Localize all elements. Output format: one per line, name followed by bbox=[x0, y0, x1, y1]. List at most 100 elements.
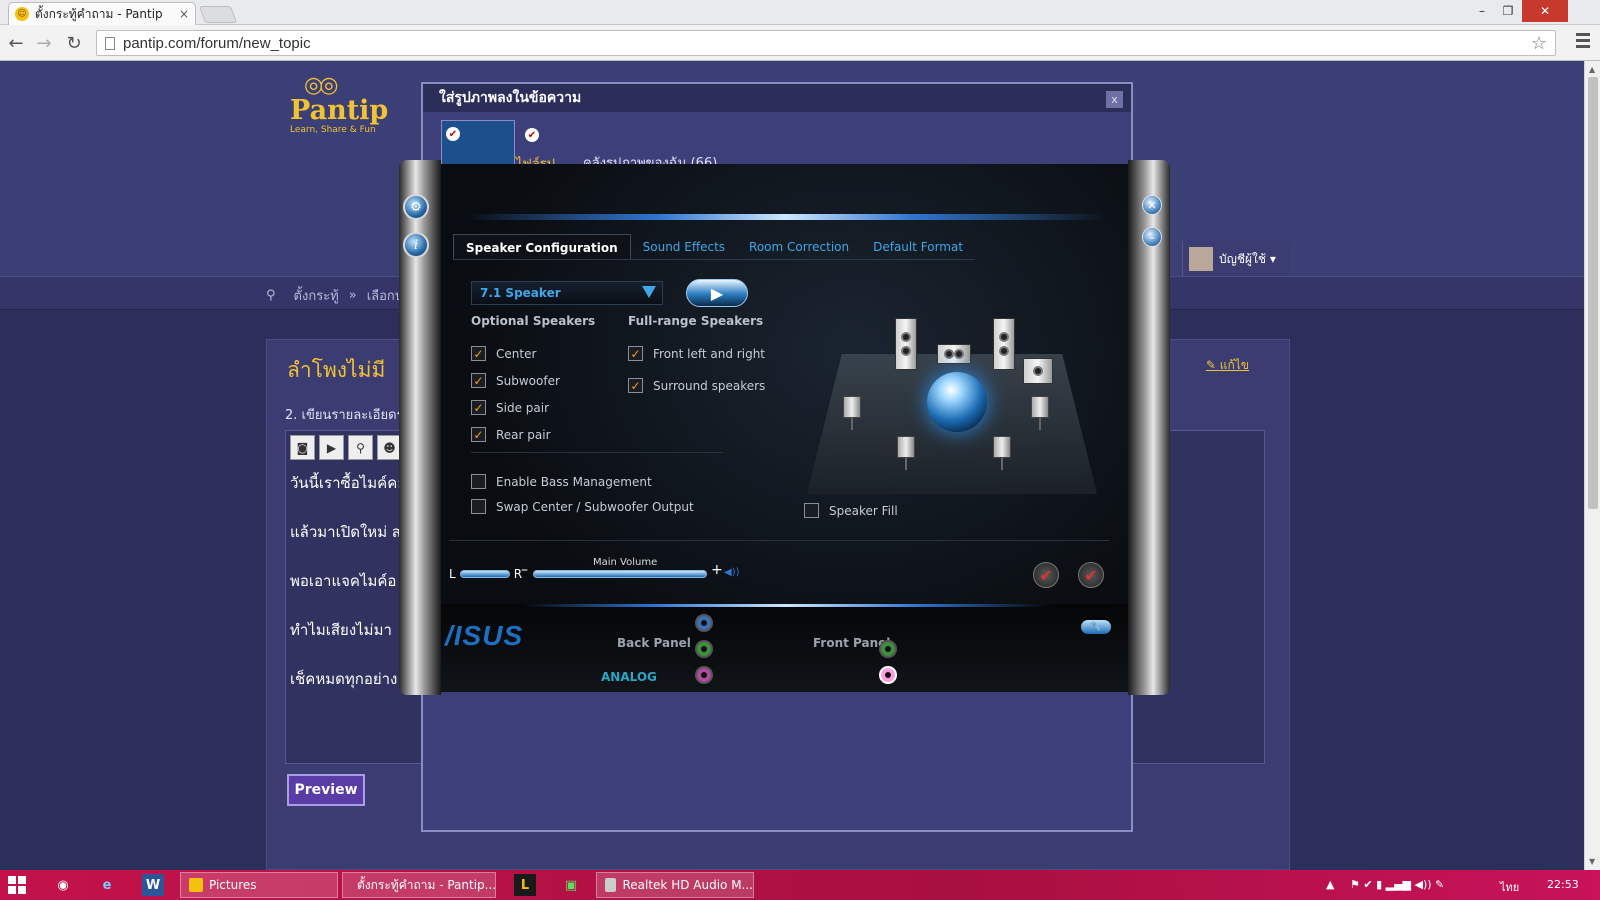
bass-management-checkbox[interactable]: Enable Bass Management bbox=[471, 474, 652, 489]
address-url: pantip.com/forum/new_topic bbox=[123, 34, 311, 52]
front-lr-checkbox[interactable]: ✓ Front left and right bbox=[628, 346, 765, 361]
map-pin-icon[interactable]: ⚲ bbox=[348, 435, 373, 460]
fullrange-speakers-header: Full-range Speakers bbox=[628, 314, 764, 328]
side-pair-checkbox[interactable]: ✓ Side pair bbox=[471, 400, 549, 415]
dialog-close-button[interactable]: x bbox=[1106, 91, 1123, 108]
editor-line: ทำไมเสียงไม่มา bbox=[290, 621, 392, 639]
breadcrumb-item[interactable]: เลือกป bbox=[367, 285, 403, 306]
windows-start-icon[interactable] bbox=[8, 876, 26, 894]
address-bar[interactable]: pantip.com/forum/new_topic ☆ bbox=[96, 30, 1556, 56]
front-right-speaker-icon[interactable] bbox=[993, 318, 1015, 370]
info-icon[interactable]: i bbox=[403, 232, 429, 258]
video-icon[interactable]: ▶ bbox=[319, 435, 344, 460]
editor-line: วันนี้เราซื้อไมค์คอ bbox=[290, 474, 407, 492]
center-checkbox[interactable]: ✓ Center bbox=[471, 346, 536, 361]
user-menu[interactable]: บัญชีผู้ใช้ ▾ bbox=[1182, 241, 1290, 277]
pinned-app-icon[interactable]: ◉ bbox=[52, 874, 74, 896]
mic-in-jack-icon[interactable] bbox=[695, 666, 713, 684]
rear-pair-checkbox[interactable]: ✓ Rear pair bbox=[471, 427, 551, 442]
back-arrow-icon[interactable]: ← bbox=[4, 31, 28, 55]
minimize-button[interactable]: – bbox=[1470, 0, 1494, 22]
clock[interactable]: 22:53 bbox=[1547, 878, 1579, 891]
front-headphone-jack-icon[interactable] bbox=[879, 640, 897, 658]
chrome-menu-icon[interactable] bbox=[1576, 33, 1590, 53]
checkbox-check-icon: ✓ bbox=[471, 427, 486, 442]
asus-logo: /ISUS bbox=[445, 620, 524, 651]
center-speaker-icon[interactable] bbox=[937, 344, 971, 364]
line-in-jack-icon[interactable] bbox=[695, 614, 713, 632]
tab-sound-effects[interactable]: Sound Effects bbox=[631, 234, 737, 259]
lync-icon[interactable]: L bbox=[514, 874, 536, 896]
front-left-speaker-icon[interactable] bbox=[895, 318, 917, 370]
browser-titlebar: ☺ ตั้งกระทู้คำถาม - Pantip × – ❐ ✕ bbox=[0, 0, 1600, 25]
breadcrumb-item[interactable]: ตั้งกระทู้ bbox=[294, 285, 339, 306]
preview-button[interactable]: Preview bbox=[287, 774, 365, 806]
subwoofer-checkbox[interactable]: ✓ Subwoofer bbox=[471, 373, 560, 388]
listener-orb bbox=[927, 372, 987, 432]
front-mic-jack-icon[interactable] bbox=[879, 666, 897, 684]
tab-close-icon[interactable]: × bbox=[179, 7, 189, 21]
checkbox-check-icon: ✓ bbox=[471, 373, 486, 388]
avatar bbox=[1189, 247, 1213, 271]
new-tab-button[interactable] bbox=[198, 6, 238, 23]
rear-right-speaker-icon[interactable] bbox=[993, 436, 1011, 458]
internet-explorer-icon[interactable]: e bbox=[96, 874, 118, 896]
volume-minus[interactable]: – bbox=[521, 562, 528, 578]
connector-settings-wrench-icon[interactable]: 🔧 bbox=[1081, 620, 1111, 634]
tab-room-correction[interactable]: Room Correction bbox=[737, 234, 861, 259]
settings-gear-icon[interactable]: ⚙ bbox=[403, 194, 429, 220]
pictures-task[interactable]: Pictures bbox=[180, 872, 338, 898]
play-test-button[interactable]: ▶ bbox=[686, 279, 748, 307]
restore-button[interactable]: ❐ bbox=[1496, 0, 1520, 22]
speaker-volume-icon[interactable]: ◀)) bbox=[724, 567, 740, 578]
minimize-icon[interactable]: – bbox=[1142, 227, 1162, 247]
divider bbox=[471, 452, 723, 453]
speaker-stage[interactable] bbox=[797, 314, 1103, 504]
reload-icon[interactable]: ↻ bbox=[62, 31, 86, 55]
pantip-logo[interactable]: ◎◎ Pantip Learn, Share & Fun bbox=[290, 75, 400, 145]
close-icon[interactable]: ✕ bbox=[1142, 195, 1162, 215]
realtek-task[interactable]: Realtek HD Audio M... bbox=[596, 872, 754, 898]
camera-icon[interactable]: ◙ bbox=[290, 435, 315, 460]
scroll-down-icon[interactable]: ▼ bbox=[1589, 857, 1595, 866]
pictures-task-label: Pictures bbox=[209, 878, 257, 892]
editor-line: แล้วมาเปิดใหม่ ส bbox=[290, 523, 402, 541]
chrome-task-label: ตั้งกระทู้คำถาม - Pantip... bbox=[357, 877, 496, 892]
side-right-speaker-icon[interactable] bbox=[1031, 396, 1049, 418]
tab-speaker-configuration[interactable]: Speaker Configuration bbox=[453, 234, 631, 259]
breadcrumb-separator: » bbox=[348, 288, 357, 303]
speaker-config-select[interactable]: 7.1 Speaker bbox=[471, 281, 663, 305]
main-volume-slider[interactable] bbox=[533, 570, 707, 578]
set-default-check-icon[interactable]: ✔ bbox=[1033, 562, 1059, 588]
page-scrollbar[interactable]: ▲ ▼ bbox=[1584, 61, 1600, 870]
app-icon[interactable]: ▣ bbox=[560, 874, 582, 896]
volume-plus[interactable]: + bbox=[711, 562, 723, 578]
rear-pair-label: Rear pair bbox=[496, 427, 551, 442]
scrollbar-thumb[interactable] bbox=[1588, 77, 1598, 509]
edit-link[interactable]: ✎ แก้ไข bbox=[1206, 356, 1249, 375]
subwoofer-speaker-icon[interactable] bbox=[1023, 358, 1053, 384]
speaker-fill-checkbox[interactable]: Speaker Fill bbox=[804, 503, 898, 518]
topic-title: ลำโพงไม่มี bbox=[287, 358, 386, 382]
close-window-button[interactable]: ✕ bbox=[1522, 0, 1568, 22]
swap-center-checkbox[interactable]: Swap Center / Subwoofer Output bbox=[471, 499, 694, 514]
language-indicator[interactable]: ไทย bbox=[1500, 878, 1519, 896]
mute-check-icon[interactable]: ✔ bbox=[1078, 562, 1104, 588]
line-out-jack-icon[interactable] bbox=[695, 640, 713, 658]
tab-default-format[interactable]: Default Format bbox=[861, 234, 975, 259]
side-left-speaker-icon[interactable] bbox=[843, 396, 861, 418]
balance-control[interactable]: L R bbox=[449, 567, 522, 581]
forward-arrow-icon[interactable]: → bbox=[32, 31, 56, 55]
chrome-task[interactable]: ตั้งกระทู้คำถาม - Pantip... bbox=[342, 872, 496, 898]
rear-left-speaker-icon[interactable] bbox=[897, 436, 915, 458]
check-icon: ✔ bbox=[525, 128, 539, 142]
browser-tab[interactable]: ☺ ตั้งกระทู้คำถาม - Pantip × bbox=[8, 2, 196, 25]
surround-checkbox[interactable]: ✓ Surround speakers bbox=[628, 378, 765, 393]
tray-up-arrow-icon[interactable]: ▲ bbox=[1326, 878, 1334, 891]
scroll-up-icon[interactable]: ▲ bbox=[1589, 65, 1595, 74]
tray-icons[interactable]: ⚑ ✔ ▮ ▂▄▆ ◀)) ✎ bbox=[1350, 878, 1444, 891]
bookmark-star-icon[interactable]: ☆ bbox=[1531, 33, 1547, 54]
word-icon[interactable]: W bbox=[142, 874, 164, 896]
balance-slider[interactable] bbox=[459, 570, 510, 578]
editor-line: เช็คหมดทุกอย่าง bbox=[290, 670, 398, 688]
